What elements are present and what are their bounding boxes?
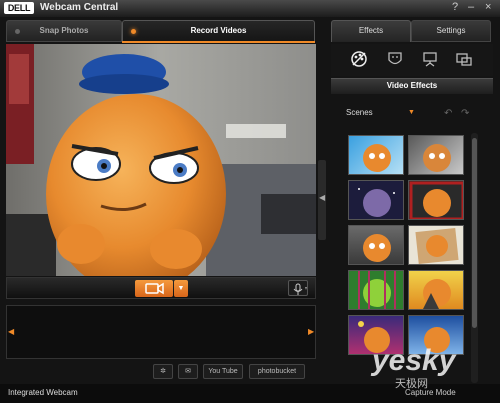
paint-palette-icon[interactable]	[350, 50, 368, 68]
tab-record-videos[interactable]: Record Videos	[122, 20, 315, 42]
tab-settings[interactable]: Settings	[411, 20, 491, 42]
effect-thumbnail[interactable]	[408, 180, 464, 220]
youtube-label: You Tube	[208, 368, 238, 375]
watermark: yesky	[372, 344, 456, 377]
redo-icon[interactable]: ↷	[461, 108, 469, 119]
effect-thumbnail[interactable]	[348, 180, 404, 220]
effect-thumbnail[interactable]	[348, 270, 404, 310]
close-button[interactable]: ×	[485, 1, 491, 13]
email-icon: ✉	[185, 368, 191, 375]
dell-logo: DELL	[4, 2, 34, 14]
tab-label: Effects	[358, 26, 384, 35]
effect-thumbnail[interactable]	[348, 225, 404, 265]
presentation-icon[interactable]	[421, 50, 439, 68]
webcam-preview	[6, 44, 316, 276]
tab-label: Snap Photos	[39, 26, 89, 35]
chevron-down-icon: ▼	[408, 109, 415, 116]
youtube-share-button[interactable]: You Tube	[203, 364, 243, 379]
minimize-button[interactable]: –	[468, 1, 474, 13]
video-camera-icon	[145, 282, 164, 295]
effects-share-button[interactable]: ✲	[153, 364, 173, 379]
camera-name: Integrated Webcam	[8, 388, 78, 397]
help-button[interactable]: ?	[452, 1, 458, 13]
effect-thumbnail[interactable]	[348, 135, 404, 175]
app-title: Webcam Central	[40, 2, 119, 13]
effect-thumbnail[interactable]	[408, 270, 464, 310]
chevron-down-icon: ▼	[177, 285, 185, 292]
webcam-frame-image	[6, 44, 316, 276]
email-share-button[interactable]: ✉	[178, 364, 198, 379]
photobucket-share-button[interactable]: photobucket	[249, 364, 305, 379]
tab-label: Settings	[436, 26, 466, 35]
media-filmstrip	[6, 305, 316, 359]
avatar-mask-icon[interactable]	[386, 50, 404, 68]
effect-thumbnail[interactable]	[408, 225, 464, 265]
scrollbar-thumb[interactable]	[472, 138, 477, 328]
effect-thumbnail[interactable]	[408, 135, 464, 175]
active-tab-underline	[122, 41, 315, 43]
tab-snap-photos[interactable]: Snap Photos	[6, 20, 122, 42]
undo-icon[interactable]: ↶	[444, 108, 452, 119]
picture-in-picture-icon[interactable]	[455, 50, 473, 68]
photobucket-label: photobucket	[257, 368, 297, 375]
video-effects-title: Video Effects	[386, 81, 438, 90]
record-button[interactable]	[135, 280, 173, 297]
record-options-dropdown[interactable]: ▼	[174, 280, 188, 297]
microphone-icon	[293, 283, 307, 295]
watermark-subtitle: 天极网	[395, 378, 428, 390]
tab-effects[interactable]: Effects	[331, 20, 411, 42]
chevron-left-icon: ◀	[319, 193, 326, 202]
filmstrip-next-icon[interactable]: ▶	[308, 327, 314, 336]
effects-icon: ✲	[160, 368, 166, 375]
filmstrip-prev-icon[interactable]: ◀	[8, 327, 14, 336]
tab-label: Record Videos	[190, 26, 247, 35]
microphone-button[interactable]	[288, 280, 308, 296]
